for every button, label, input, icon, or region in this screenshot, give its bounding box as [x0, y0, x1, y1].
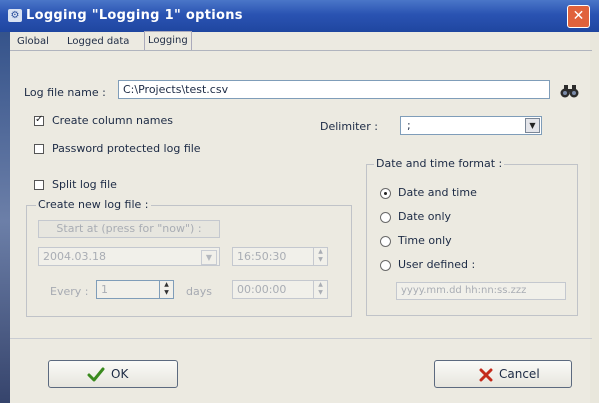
create-column-names-label: Create column names	[52, 114, 173, 127]
title-bar: ⚙ Logging "Logging 1" options ✕	[0, 0, 599, 32]
start-date-value: 2004.03.18	[43, 250, 106, 263]
ok-button[interactable]: OK	[48, 360, 178, 388]
log-file-name-value: C:\Projects\test.csv	[123, 83, 229, 96]
interval-time-value: 00:00:00	[237, 283, 287, 296]
create-new-log-file-label: Create new log file :	[36, 198, 151, 211]
close-button[interactable]: ✕	[567, 5, 590, 28]
radio-date-only[interactable]	[380, 212, 391, 223]
cancel-button[interactable]: Cancel	[434, 360, 572, 388]
spin-down-icon[interactable]: ▼	[314, 256, 327, 264]
log-file-name-label: Log file name :	[24, 86, 106, 99]
every-value: 1	[101, 283, 108, 296]
tab-global[interactable]: Global	[14, 33, 52, 50]
user-defined-pattern-field[interactable]: yyyy.mm.dd hh:nn:ss.zzz	[396, 282, 566, 300]
background-strip	[0, 0, 10, 403]
start-at-button[interactable]: Start at (press for "now") :	[38, 220, 220, 238]
browse-button[interactable]	[558, 81, 582, 101]
every-spinner[interactable]: ▲ ▼	[159, 281, 173, 298]
chevron-down-icon[interactable]: ▼	[525, 118, 540, 133]
spin-up-icon[interactable]: ▲	[314, 248, 327, 256]
delimiter-label: Delimiter :	[320, 120, 378, 133]
spin-down-icon[interactable]: ▼	[314, 289, 327, 297]
spin-up-icon[interactable]: ▲	[314, 281, 327, 289]
ok-button-label: OK	[111, 367, 129, 381]
password-protected-label: Password protected log file	[52, 142, 201, 155]
radio-time-only[interactable]	[380, 236, 391, 247]
tab-logged-data[interactable]: Logged data	[64, 33, 132, 50]
create-column-names-checkbox[interactable]: ✓	[34, 114, 44, 126]
radio-time-only-label: Time only	[398, 234, 452, 247]
checkmark-icon	[87, 367, 105, 382]
password-protected-checkbox[interactable]	[34, 144, 44, 154]
start-time-value: 16:50:30	[237, 250, 287, 263]
chevron-down-icon[interactable]: ▼	[201, 250, 217, 265]
spin-down-icon[interactable]: ▼	[160, 289, 173, 297]
days-label: days	[186, 285, 212, 298]
spin-up-icon[interactable]: ▲	[160, 281, 173, 289]
radio-date-and-time[interactable]	[380, 188, 391, 199]
tab-logging[interactable]: Logging	[144, 31, 192, 51]
radio-date-and-time-label: Date and time	[398, 186, 477, 199]
log-file-name-input[interactable]: C:\Projects\test.csv	[118, 80, 550, 99]
window-title: Logging "Logging 1" options	[26, 8, 243, 23]
start-time-field[interactable]: 16:50:30 ▲ ▼	[232, 247, 328, 266]
delimiter-value: ;	[407, 119, 411, 132]
user-defined-pattern-value: yyyy.mm.dd hh:nn:ss.zzz	[401, 285, 527, 296]
interval-time-field[interactable]: 00:00:00 ▲ ▼	[232, 280, 328, 299]
checkmark-icon: ✓	[35, 114, 44, 125]
delimiter-select[interactable]: ; ▼	[400, 116, 542, 135]
radio-user-defined-label: User defined :	[398, 258, 476, 271]
split-log-file-label: Split log file	[52, 178, 117, 191]
tab-divider	[10, 50, 592, 51]
binoculars-icon	[560, 85, 579, 98]
every-label: Every :	[50, 285, 89, 298]
start-date-select[interactable]: 2004.03.18 ▼	[38, 247, 220, 266]
button-divider	[10, 338, 592, 339]
dialog-body: Global Logged data Logging Log file name…	[10, 31, 592, 403]
every-value-field[interactable]: 1 ▲ ▼	[96, 280, 174, 299]
radio-user-defined[interactable]	[380, 260, 391, 271]
cancel-button-label: Cancel	[499, 367, 540, 381]
app-icon: ⚙	[8, 9, 22, 22]
date-time-format-label: Date and time format :	[374, 157, 505, 170]
time-spinner[interactable]: ▲ ▼	[313, 248, 327, 265]
split-log-file-checkbox[interactable]	[34, 180, 44, 190]
interval-spinner[interactable]: ▲ ▼	[313, 281, 327, 298]
x-icon	[479, 368, 493, 382]
radio-date-only-label: Date only	[398, 210, 452, 223]
